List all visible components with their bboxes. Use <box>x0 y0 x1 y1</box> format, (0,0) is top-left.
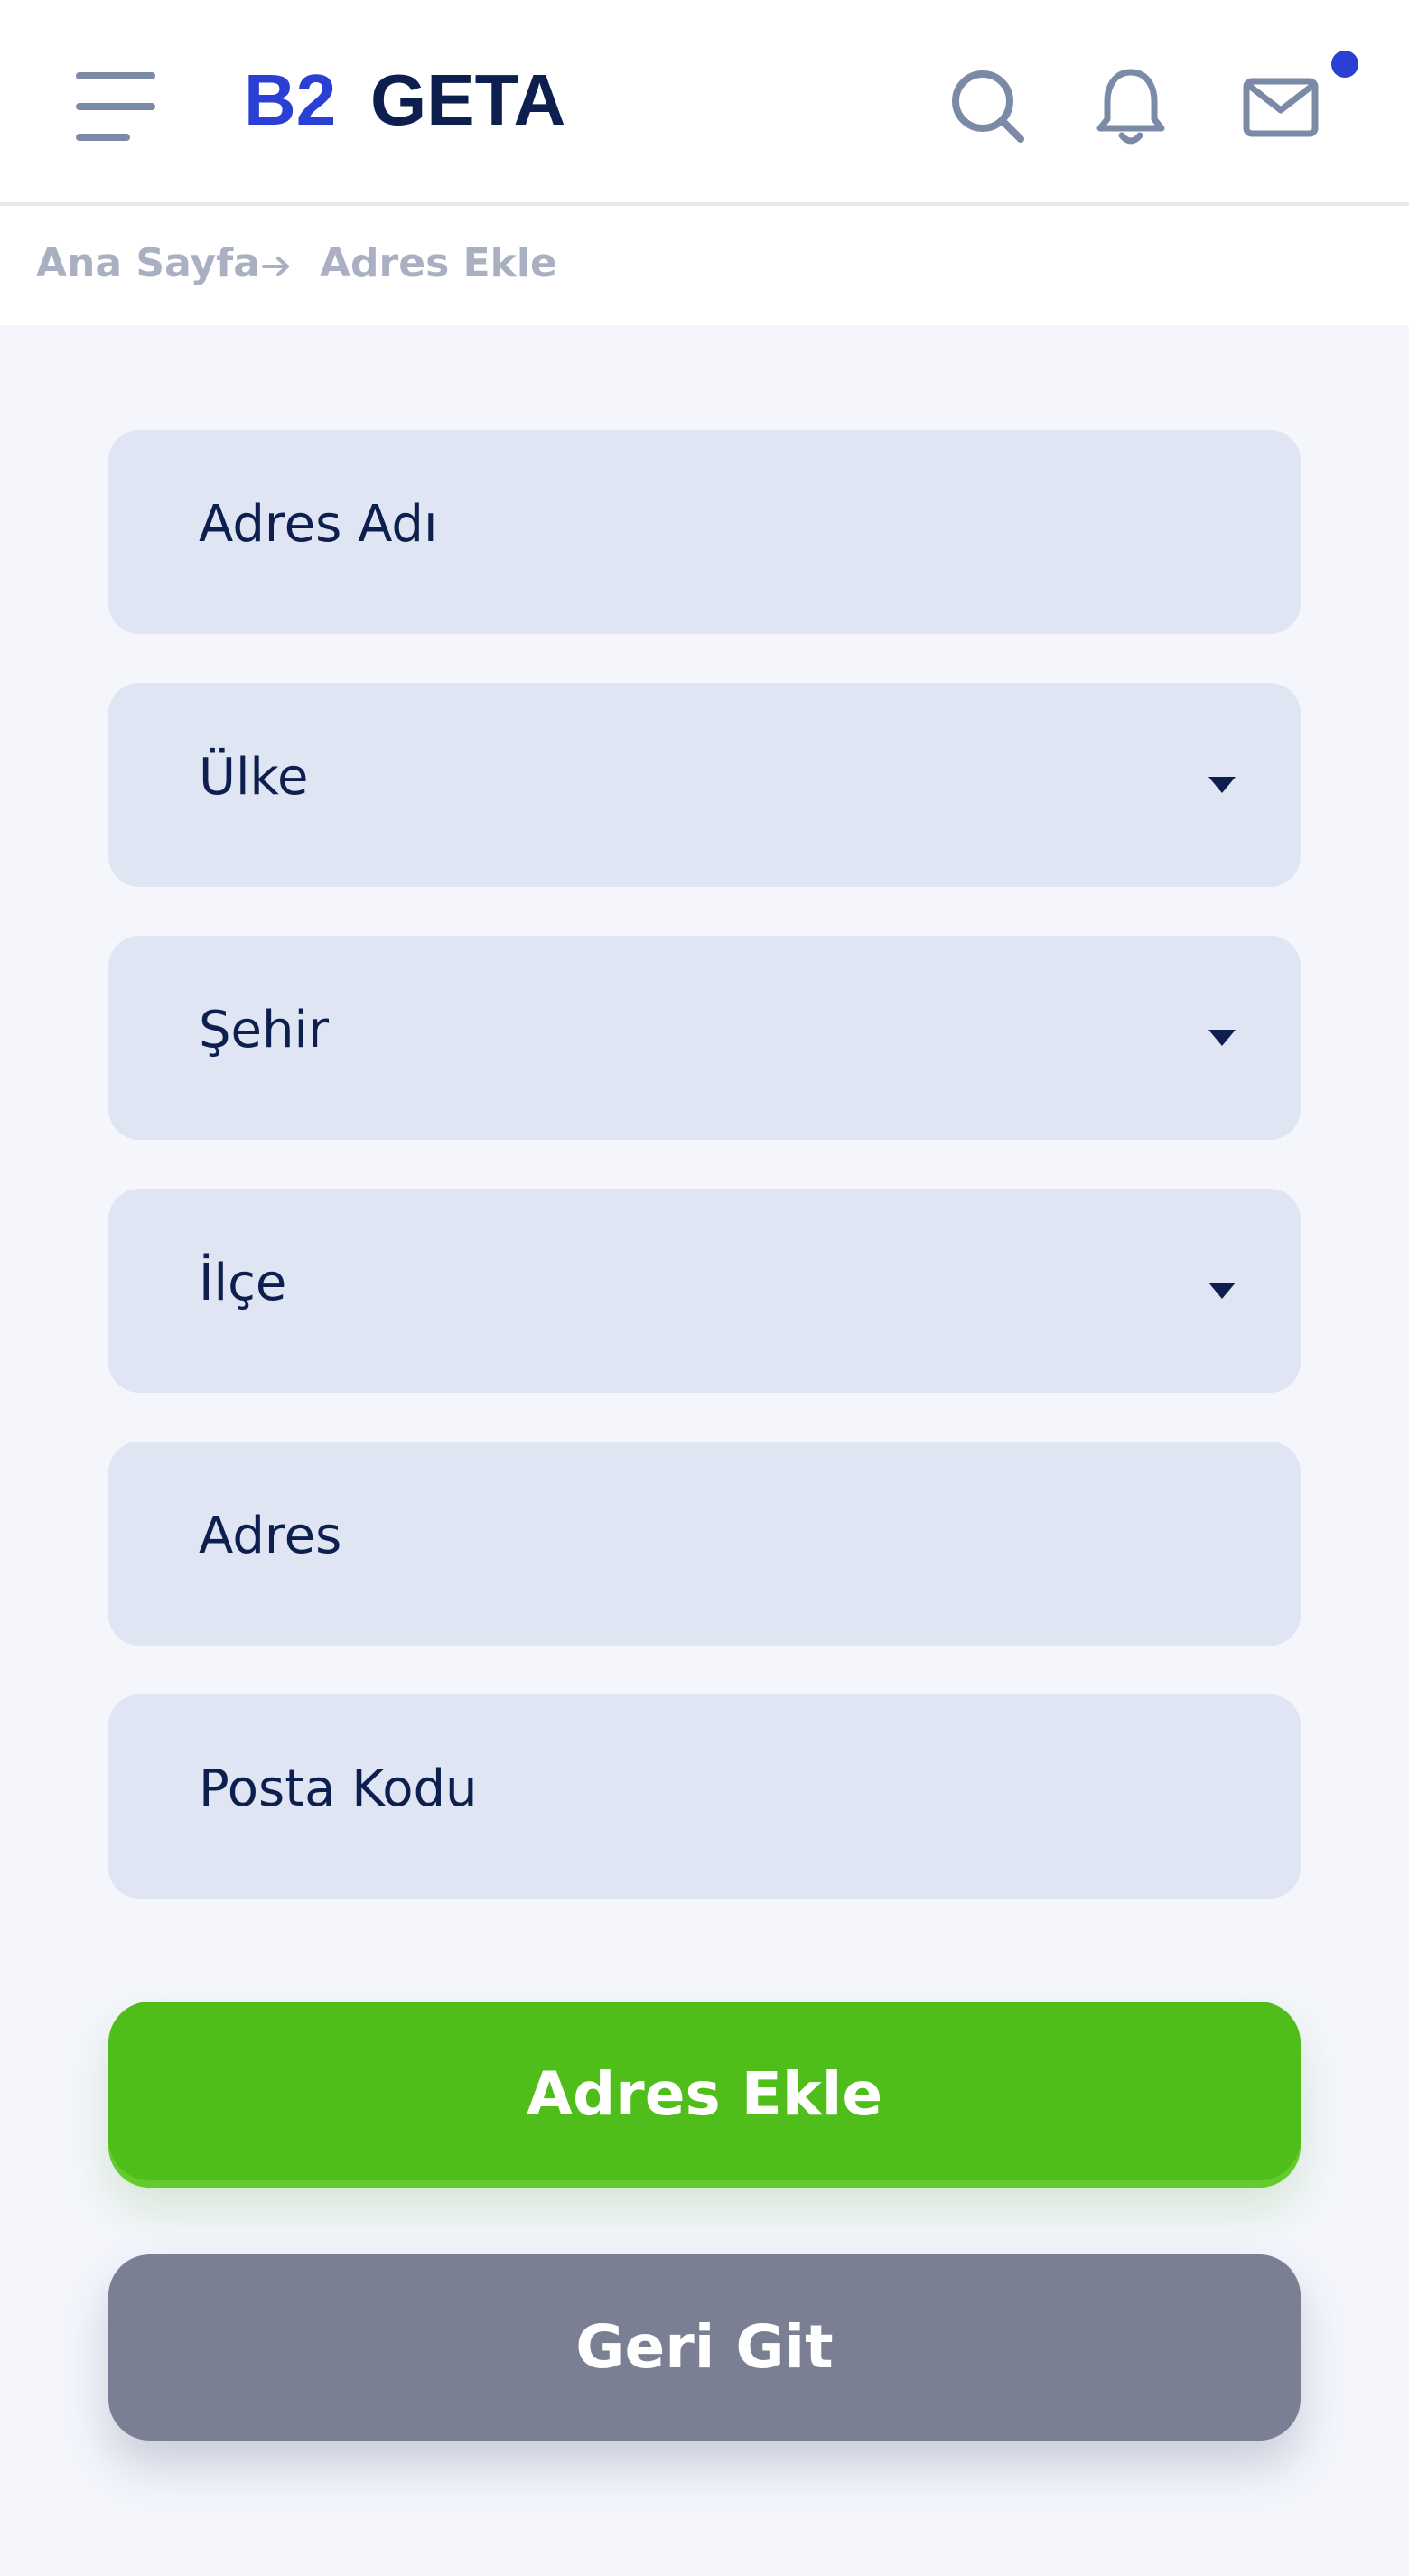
notification-dot <box>1331 51 1358 78</box>
address-field[interactable]: Adres <box>108 1442 1301 1646</box>
address-name-field[interactable]: Adres Adı <box>108 430 1301 634</box>
chevron-down-icon <box>1208 1030 1236 1046</box>
bell-icon[interactable] <box>1087 63 1174 150</box>
breadcrumb: Ana Sayfa Adres Ekle <box>0 206 1409 325</box>
mail-icon[interactable] <box>1237 63 1324 150</box>
postal-code-field[interactable]: Posta Kodu <box>108 1694 1301 1899</box>
city-label: Şehir <box>199 1001 330 1059</box>
city-select[interactable]: Şehir <box>108 936 1301 1140</box>
brand-secondary-text: GETA <box>370 65 565 137</box>
country-select[interactable]: Ülke <box>108 683 1301 887</box>
arrow-right-icon <box>262 257 289 276</box>
app-header: B2 GETA <box>0 0 1409 206</box>
district-label: İlçe <box>199 1254 287 1312</box>
address-label: Adres <box>199 1507 342 1565</box>
go-back-button[interactable]: Geri Git <box>108 2254 1301 2441</box>
address-name-label: Adres Adı <box>199 495 438 554</box>
brand-primary-text: B2 <box>244 65 336 137</box>
chevron-down-icon <box>1208 1283 1236 1299</box>
search-icon[interactable] <box>945 63 1031 150</box>
menu-icon[interactable] <box>72 72 163 141</box>
chevron-down-icon <box>1208 777 1236 793</box>
add-address-button[interactable]: Adres Ekle <box>108 2002 1301 2188</box>
district-select[interactable]: İlçe <box>108 1189 1301 1393</box>
country-label: Ülke <box>199 748 309 807</box>
breadcrumb-home[interactable]: Ana Sayfa <box>36 240 260 286</box>
brand-logo[interactable]: B2 GETA <box>244 65 623 137</box>
breadcrumb-current: Adres Ekle <box>320 240 557 286</box>
postal-code-label: Posta Kodu <box>199 1759 478 1818</box>
